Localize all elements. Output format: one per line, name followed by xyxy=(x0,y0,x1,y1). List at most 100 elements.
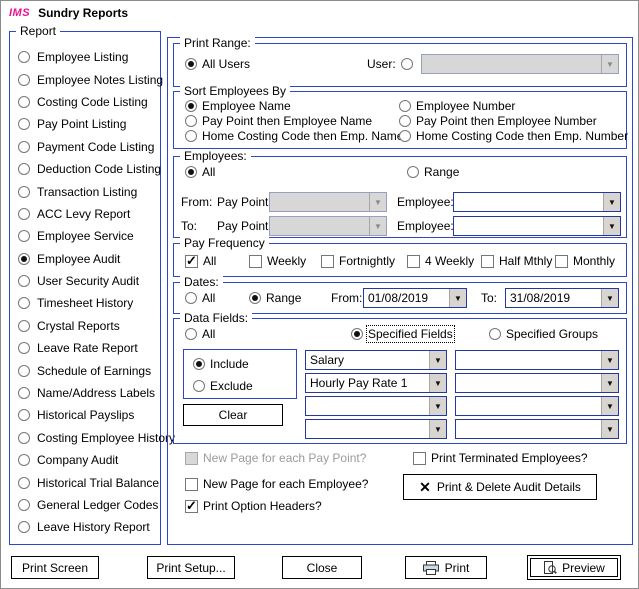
report-option-acc-levy-report[interactable]: ACC Levy Report xyxy=(10,203,160,225)
report-option-company-audit[interactable]: Company Audit xyxy=(10,449,160,471)
print-screen-label: Print Screen xyxy=(22,561,88,575)
print-button[interactable]: Print xyxy=(405,556,487,579)
dates-from-combo[interactable]: 01/08/2019▼ xyxy=(363,288,467,308)
checkbox-icon xyxy=(407,255,420,268)
checkbox-freq-4-weekly[interactable]: 4 Weekly xyxy=(407,253,474,269)
to-label-text: To: xyxy=(181,219,197,233)
radio-include[interactable]: Include xyxy=(193,356,249,372)
field-combo-right-3[interactable]: ▼ xyxy=(455,396,619,416)
report-option-label: Name/Address Labels xyxy=(37,386,155,400)
radio-sort-home-costing-then-number[interactable]: Home Costing Code then Emp. Number xyxy=(399,128,628,144)
radio-dates-all[interactable]: All xyxy=(185,290,215,306)
chevron-down-icon[interactable]: ▼ xyxy=(601,374,618,392)
user-combo[interactable]: ▼ xyxy=(421,54,619,74)
report-option-employee-notes-listing[interactable]: Employee Notes Listing xyxy=(10,68,160,90)
radio-sort-home-costing-then-name[interactable]: Home Costing Code then Emp. Name xyxy=(185,128,403,144)
report-option-costing-code-listing[interactable]: Costing Code Listing xyxy=(10,91,160,113)
chevron-down-icon[interactable]: ▼ xyxy=(369,217,386,235)
report-option-costing-employee-history[interactable]: Costing Employee History xyxy=(10,427,160,449)
chevron-down-icon[interactable]: ▼ xyxy=(601,55,618,73)
chevron-down-icon[interactable]: ▼ xyxy=(429,351,446,369)
radio-sort-employee-name[interactable]: Employee Name xyxy=(185,98,291,114)
employees-range-label: Range xyxy=(424,165,459,179)
from-pay-point-combo[interactable]: ▼ xyxy=(269,192,387,212)
radio-fields-all[interactable]: All xyxy=(185,326,215,342)
report-option-schedule-of-earnings[interactable]: Schedule of Earnings xyxy=(10,359,160,381)
report-option-timesheet-history[interactable]: Timesheet History xyxy=(10,292,160,314)
chevron-down-icon[interactable]: ▼ xyxy=(603,217,620,235)
field-combo-right-1[interactable]: ▼ xyxy=(455,350,619,370)
field-combo-left-1[interactable]: Salary▼ xyxy=(305,350,447,370)
radio-employees-all[interactable]: All xyxy=(185,164,215,180)
field-combo-right-4[interactable]: ▼ xyxy=(455,419,619,439)
employee-label-text: Employee: xyxy=(397,219,454,233)
report-option-label: Transaction Listing xyxy=(37,185,137,199)
print-delete-audit-button[interactable]: ✕ Print & Delete Audit Details xyxy=(403,474,597,500)
report-option-leave-history-report[interactable]: Leave History Report xyxy=(10,516,160,538)
radio-sort-employee-number[interactable]: Employee Number xyxy=(399,98,515,114)
checkbox-new-page-pay-point[interactable]: New Page for each Pay Point? xyxy=(185,450,366,466)
report-option-historical-trial-balance[interactable]: Historical Trial Balance xyxy=(10,471,160,493)
report-option-transaction-listing[interactable]: Transaction Listing xyxy=(10,180,160,202)
report-option-general-ledger-codes[interactable]: General Ledger Codes xyxy=(10,494,160,516)
report-option-deduction-code-listing[interactable]: Deduction Code Listing xyxy=(10,158,160,180)
include-label: Include xyxy=(210,357,249,371)
chevron-down-icon[interactable]: ▼ xyxy=(449,289,466,307)
report-option-payment-code-listing[interactable]: Payment Code Listing xyxy=(10,136,160,158)
dates-to-combo[interactable]: 31/08/2019▼ xyxy=(505,288,619,308)
checkbox-freq-fortnightly[interactable]: Fortnightly xyxy=(321,253,395,269)
checkbox-print-terminated[interactable]: Print Terminated Employees? xyxy=(413,450,588,466)
report-option-pay-point-listing[interactable]: Pay Point Listing xyxy=(10,113,160,135)
radio-icon xyxy=(185,130,197,142)
chevron-down-icon[interactable]: ▼ xyxy=(429,374,446,392)
chevron-down-icon[interactable]: ▼ xyxy=(601,420,618,438)
checkbox-freq-half-mthly[interactable]: Half Mthly xyxy=(481,253,552,269)
report-option-user-security-audit[interactable]: User Security Audit xyxy=(10,270,160,292)
print-screen-button[interactable]: Print Screen xyxy=(11,556,99,579)
report-option-employee-service[interactable]: Employee Service xyxy=(10,225,160,247)
report-option-employee-audit[interactable]: Employee Audit xyxy=(10,248,160,270)
radio-employees-range[interactable]: Range xyxy=(407,164,459,180)
radio-exclude[interactable]: Exclude xyxy=(193,378,253,394)
chevron-down-icon[interactable]: ▼ xyxy=(601,351,618,369)
print-setup-button[interactable]: Print Setup... xyxy=(147,556,235,579)
chevron-down-icon[interactable]: ▼ xyxy=(603,193,620,211)
field-combo-right-2[interactable]: ▼ xyxy=(455,373,619,393)
radio-icon xyxy=(351,328,363,340)
checkbox-freq-all[interactable]: All xyxy=(185,253,216,269)
to-employee-combo[interactable]: ▼ xyxy=(453,216,621,236)
to-employee-value xyxy=(454,217,603,235)
field-combo-left-2[interactable]: Hourly Pay Rate 1▼ xyxy=(305,373,447,393)
sort-option-label: Pay Point then Employee Name xyxy=(202,114,372,128)
report-option-leave-rate-report[interactable]: Leave Rate Report xyxy=(10,337,160,359)
chevron-down-icon[interactable]: ▼ xyxy=(601,289,618,307)
title-bar[interactable]: IMS Sundry Reports xyxy=(1,1,638,25)
chevron-down-icon[interactable]: ▼ xyxy=(429,397,446,415)
checkbox-print-option-headers[interactable]: Print Option Headers? xyxy=(185,498,322,514)
checkbox-icon xyxy=(413,452,426,465)
field-combo-left-3[interactable]: ▼ xyxy=(305,396,447,416)
from-employee-combo[interactable]: ▼ xyxy=(453,192,621,212)
report-option-crystal-reports[interactable]: Crystal Reports xyxy=(10,315,160,337)
checkbox-new-page-employee[interactable]: New Page for each Employee? xyxy=(185,476,368,492)
radio-user[interactable]: User: xyxy=(367,56,413,72)
radio-all-users[interactable]: All Users xyxy=(185,56,250,72)
report-option-historical-payslips[interactable]: Historical Payslips xyxy=(10,404,160,426)
field-combo-left-4[interactable]: ▼ xyxy=(305,419,447,439)
report-option-name-address-labels[interactable]: Name/Address Labels xyxy=(10,382,160,404)
clear-button[interactable]: Clear xyxy=(183,404,283,426)
report-option-employee-listing[interactable]: Employee Listing xyxy=(10,46,160,68)
radio-sort-pay-point-then-name[interactable]: Pay Point then Employee Name xyxy=(185,113,372,129)
chevron-down-icon[interactable]: ▼ xyxy=(429,420,446,438)
chevron-down-icon[interactable]: ▼ xyxy=(369,193,386,211)
close-button[interactable]: Close xyxy=(282,556,362,579)
checkbox-freq-weekly[interactable]: Weekly xyxy=(249,253,306,269)
preview-button[interactable]: Preview xyxy=(527,555,621,580)
radio-sort-pay-point-then-number[interactable]: Pay Point then Employee Number xyxy=(399,113,597,129)
chevron-down-icon[interactable]: ▼ xyxy=(601,397,618,415)
radio-specified-fields[interactable]: Specified Fields xyxy=(351,326,453,342)
checkbox-freq-monthly[interactable]: Monthly xyxy=(555,253,615,269)
radio-specified-groups[interactable]: Specified Groups xyxy=(489,326,598,342)
radio-dates-range[interactable]: Range xyxy=(249,290,301,306)
to-pay-point-combo[interactable]: ▼ xyxy=(269,216,387,236)
